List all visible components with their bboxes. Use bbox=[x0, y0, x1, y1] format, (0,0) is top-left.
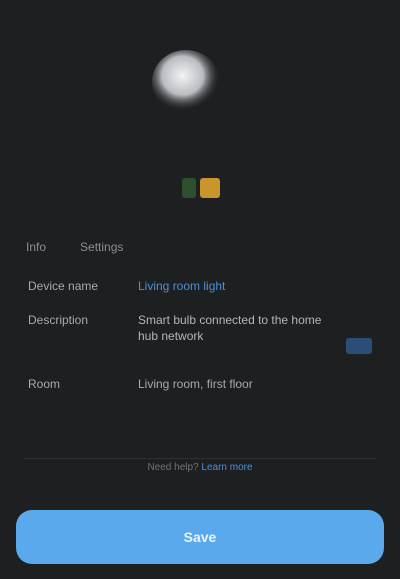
edit-description-button[interactable] bbox=[346, 338, 372, 354]
tab-settings[interactable]: Settings bbox=[78, 236, 125, 258]
device-name-row: Device name Living room light bbox=[28, 274, 372, 294]
description-value: Smart bulb connected to the home hub net… bbox=[138, 313, 322, 343]
light-bulb-icon bbox=[150, 50, 225, 120]
location-label: Room bbox=[28, 377, 61, 391]
learn-more-link[interactable]: Learn more bbox=[201, 462, 252, 473]
helper-text: Need help? Learn more bbox=[0, 462, 400, 473]
tab-info[interactable]: Info bbox=[24, 236, 48, 258]
description-label: Description bbox=[28, 313, 89, 327]
save-button[interactable]: Save bbox=[16, 510, 384, 564]
device-details: Device name Living room light Descriptio… bbox=[28, 274, 372, 406]
location-value: Living room, first floor bbox=[138, 377, 253, 391]
device-name-value[interactable]: Living room light bbox=[138, 274, 372, 294]
warning-status-dot bbox=[200, 178, 220, 198]
device-status-indicators bbox=[182, 178, 220, 198]
helper-text-label: Need help? bbox=[147, 462, 199, 473]
divider bbox=[24, 458, 376, 459]
location-row: Room Living room, first floor bbox=[28, 372, 372, 392]
device-name-label: Device name bbox=[28, 279, 99, 293]
description-row: Description Smart bulb connected to the … bbox=[28, 308, 372, 354]
online-status-dot bbox=[182, 178, 196, 198]
detail-tabs: Info Settings bbox=[24, 236, 125, 258]
device-hero bbox=[0, 0, 400, 230]
device-detail-screen: Info Settings Device name Living room li… bbox=[0, 0, 400, 579]
